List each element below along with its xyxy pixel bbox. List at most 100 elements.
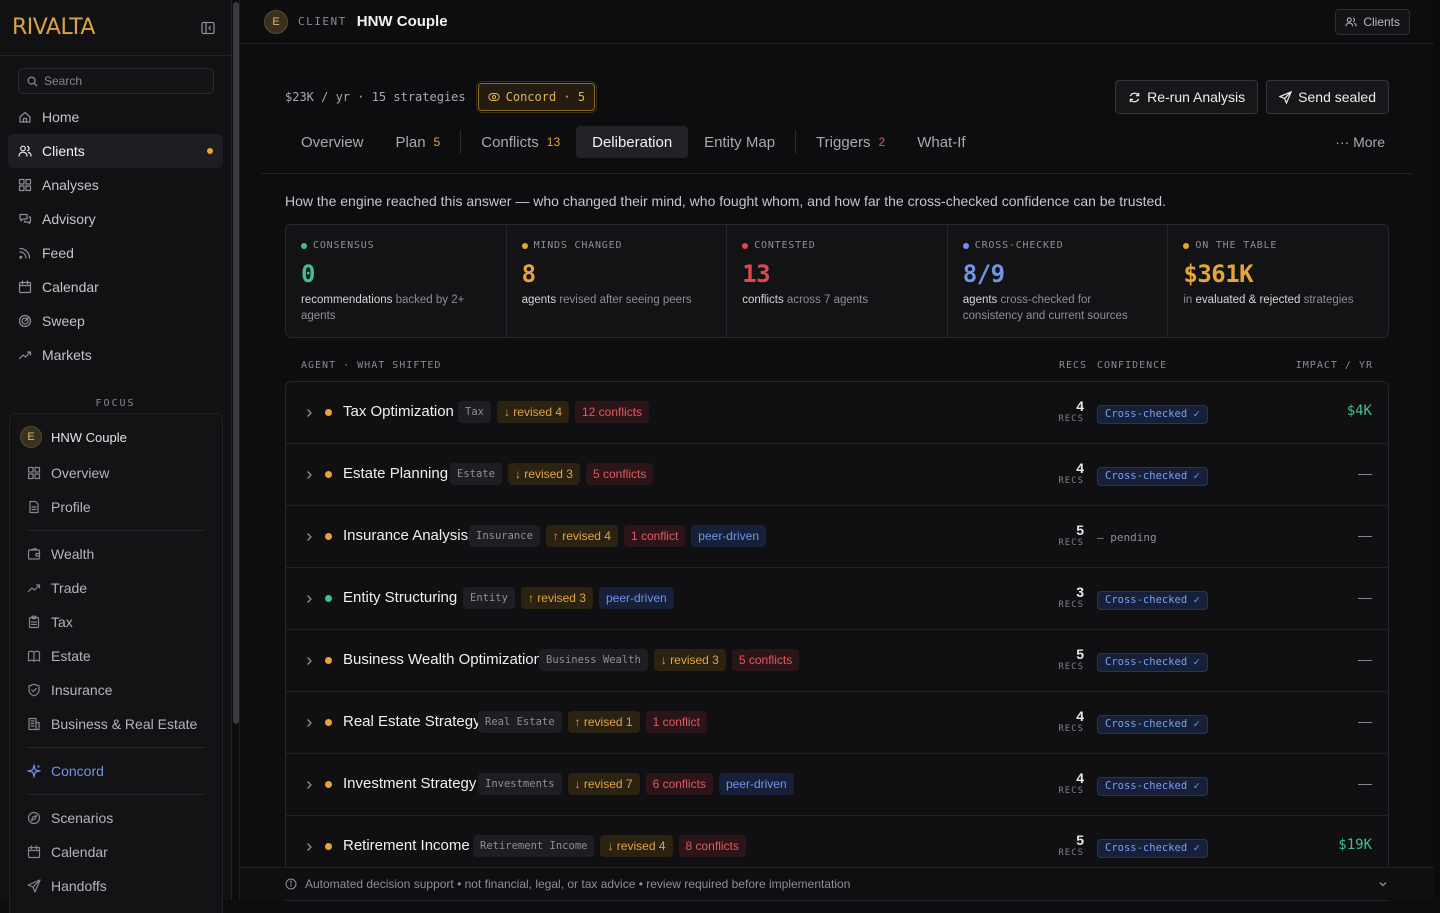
sidebar-collapse-icon[interactable]	[201, 21, 215, 35]
chevron-right-icon[interactable]	[304, 841, 314, 853]
table-row[interactable]: Investment Strategy Investments ↓ revised …	[286, 754, 1388, 816]
chevron-down-icon[interactable]	[1378, 879, 1388, 889]
clients-button[interactable]: Clients	[1335, 9, 1410, 35]
tab-conflicts[interactable]: Conflicts 13	[465, 126, 576, 158]
more-tabs-button[interactable]: ··· More	[1335, 134, 1385, 150]
kpi-description: agents revised after seeing peers	[522, 292, 712, 308]
chevron-right-icon[interactable]	[304, 407, 314, 419]
chevron-right-icon[interactable]	[304, 655, 314, 667]
table-row[interactable]: Entity Structuring Entity ↑ revised 3 peer-…	[286, 568, 1388, 630]
table-row[interactable]: Business Wealth Optimization Business Wea…	[286, 630, 1388, 692]
client-avatar: E	[264, 9, 288, 34]
sidebar-item-label: Estate	[51, 648, 91, 664]
tab-entity-map[interactable]: Entity Map	[688, 126, 791, 158]
sidebar-item-feed[interactable]: Feed	[8, 236, 223, 270]
focus-item-business-and-real-estate[interactable]: Business & Real Estate	[10, 707, 222, 741]
focus-item-tax[interactable]: Tax	[10, 605, 222, 639]
kpi-contested: CONTESTED 13 conflicts across 7 agents	[727, 225, 948, 337]
sidebar-item-clients[interactable]: Clients	[8, 134, 223, 168]
shift-tags: Tax ↓ revised 4 12 conflicts	[458, 401, 650, 423]
tab-what-if[interactable]: What-If	[901, 126, 981, 158]
tab-plan[interactable]: Plan 5	[380, 126, 457, 158]
page-scrollbar[interactable]	[1434, 0, 1440, 900]
info-icon	[285, 878, 297, 890]
notification-dot	[207, 148, 213, 154]
table-row[interactable]: Estate Planning Estate ↓ revised 35 confli…	[286, 444, 1388, 506]
focus-item-overview[interactable]: Overview	[10, 456, 222, 490]
recs-unit: RECS	[1058, 414, 1084, 424]
tab-overview[interactable]: Overview	[285, 126, 380, 158]
tab-deliberation[interactable]: Deliberation	[576, 126, 689, 158]
chevron-right-icon[interactable]	[304, 593, 314, 605]
focus-group-tools: Scenarios Calendar Handoffs	[10, 801, 222, 903]
search-icon	[27, 75, 38, 87]
search-box[interactable]	[18, 68, 214, 94]
chevron-right-icon[interactable]	[304, 717, 314, 729]
conflicts-badge[interactable]: 5 conflicts	[731, 649, 800, 671]
peer-driven-badge: peer-driven	[598, 587, 674, 609]
table-row[interactable]: Real Estate Strategy Real Estate ↑ revised…	[286, 692, 1388, 754]
conflicts-badge[interactable]: 8 conflicts	[678, 835, 746, 857]
sidebar-item-concord[interactable]: Concord	[10, 754, 222, 788]
focus-item-trade[interactable]: Trade	[10, 571, 222, 605]
col-recs: RECS	[1059, 360, 1088, 371]
focus-item-calendar[interactable]: Calendar	[10, 835, 222, 869]
focus-group-general: Overview Profile	[10, 456, 222, 524]
conflicts-badge[interactable]: 1 conflict	[645, 711, 707, 733]
sidebar-item-home[interactable]: Home	[8, 100, 223, 134]
sidebar-item-label: Insurance	[51, 682, 113, 698]
users-icon	[1345, 16, 1357, 28]
chevron-right-icon[interactable]	[304, 779, 314, 791]
peer-driven-badge: peer-driven	[718, 773, 794, 795]
conflicts-badge[interactable]: 5 conflicts	[585, 463, 654, 485]
table-row[interactable]: Tax Optimization Tax ↓ revised 4 12 conflic…	[286, 382, 1388, 444]
main-content: $23K / yr · 15 strategies Concord · 5 Re…	[261, 44, 1413, 901]
conflicts-badge[interactable]: 12 conflicts	[575, 401, 650, 423]
recs-number: 4	[1076, 770, 1084, 786]
shift-tags: Real Estate ↑ revised 11 conflict	[478, 711, 707, 733]
tab-triggers[interactable]: Triggers 2	[800, 126, 901, 158]
send-label: Send sealed	[1298, 89, 1376, 105]
kpi-description: in evaluated & rejected strategies	[1183, 292, 1373, 308]
status-dot	[962, 242, 969, 249]
table-row[interactable]: Insurance Analysis Insurance ↑ revised 41 …	[286, 506, 1388, 568]
send-sealed-button[interactable]: Send sealed	[1266, 80, 1389, 114]
sidebar-item-label: Wealth	[51, 546, 95, 562]
recs-unit: RECS	[1058, 662, 1084, 672]
focus-item-estate[interactable]: Estate	[10, 639, 222, 673]
kpi-minds-changed: MINDS CHANGED 8 agents revised after seein…	[507, 225, 728, 337]
sidebar-scrollbar[interactable]	[232, 0, 240, 900]
document-icon	[27, 500, 41, 514]
shield-icon	[27, 683, 41, 697]
book-icon	[27, 649, 41, 663]
focus-item-handoffs[interactable]: Handoffs	[10, 869, 222, 903]
recs-number: 5	[1076, 832, 1084, 848]
focus-item-insurance[interactable]: Insurance	[10, 673, 222, 707]
scrollbar-thumb[interactable]	[233, 2, 239, 724]
focus-item-profile[interactable]: Profile	[10, 490, 222, 524]
sidebar-item-label: Business & Real Estate	[51, 716, 198, 732]
sidebar-item-analyses[interactable]: Analyses	[8, 168, 223, 202]
rerun-analysis-button[interactable]: Re-run Analysis	[1115, 80, 1259, 114]
sidebar-item-advisory[interactable]: Advisory	[8, 202, 223, 236]
building-icon	[27, 717, 41, 731]
chevron-right-icon[interactable]	[304, 469, 314, 481]
sidebar-item-calendar[interactable]: Calendar	[8, 270, 223, 304]
logo: RIVALTA	[12, 15, 95, 40]
chevron-right-icon[interactable]	[304, 531, 314, 543]
sidebar-item-sweep[interactable]: Sweep	[8, 304, 223, 338]
kpi-description: recommendations backed by 2+ agents	[301, 292, 491, 324]
focus-client[interactable]: E HNW Couple	[10, 422, 222, 456]
focus-item-wealth[interactable]: Wealth	[10, 537, 222, 571]
sidebar-item-markets[interactable]: Markets	[8, 338, 223, 372]
focus-item-scenarios[interactable]: Scenarios	[10, 801, 222, 835]
concord-chip[interactable]: Concord · 5	[475, 81, 598, 113]
search-input[interactable]	[44, 74, 194, 88]
recs-count: 4 RECS	[1034, 460, 1084, 486]
divider	[27, 794, 205, 795]
conflicts-badge[interactable]: 6 conflicts	[645, 773, 713, 795]
recs-count: 3 RECS	[1034, 584, 1084, 610]
kpi-desc-bold: evaluated & rejected	[1195, 294, 1301, 306]
sidebar-item-label: Calendar	[51, 844, 108, 860]
conflicts-badge[interactable]: 1 conflict	[623, 525, 686, 547]
